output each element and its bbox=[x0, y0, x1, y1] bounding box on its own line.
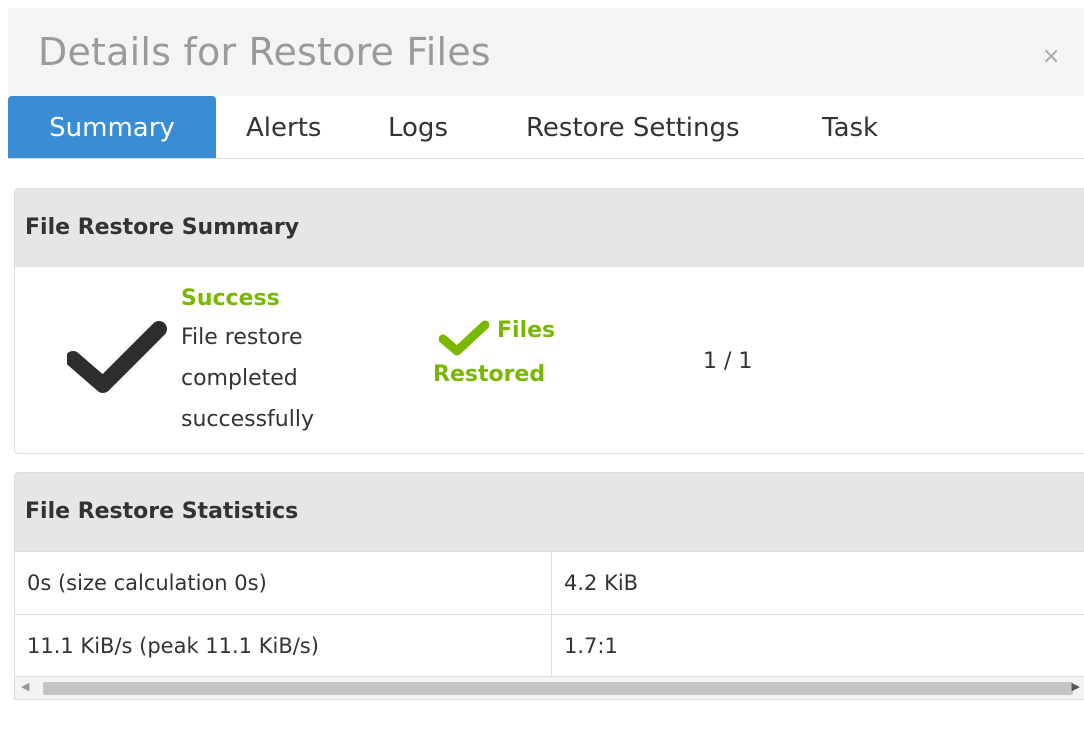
dialog-title: Details for Restore Files bbox=[38, 30, 491, 74]
tab-summary[interactable]: Summary bbox=[8, 96, 216, 158]
status-line: completed bbox=[181, 366, 298, 391]
scroll-right-arrow-icon[interactable]: ▶ bbox=[1072, 680, 1080, 693]
statistics-table: 0s (size calculation 0s) 4.2 KiB 11.1 Ki… bbox=[15, 551, 1084, 677]
files-label: Restored bbox=[433, 362, 546, 387]
statistics-heading: File Restore Statistics bbox=[15, 473, 1084, 551]
statistics-panel: File Restore Statistics 0s (size calcula… bbox=[14, 472, 1084, 678]
status-line: File restore bbox=[181, 325, 303, 350]
status-title: Success bbox=[181, 286, 280, 311]
tab-logs[interactable]: Logs bbox=[388, 96, 448, 158]
scroll-left-arrow-icon[interactable]: ◀ bbox=[21, 680, 29, 693]
files-count: 1 / 1 bbox=[703, 349, 753, 374]
table-cell: 4.2 KiB bbox=[551, 551, 1084, 615]
table-cell: 1.7:1 bbox=[551, 614, 1084, 677]
table-row: 11.1 KiB/s (peak 11.1 KiB/s) 1.7:1 bbox=[15, 614, 1084, 677]
scrollbar-thumb[interactable] bbox=[43, 682, 1073, 695]
files-restored-block: Files Restored bbox=[433, 309, 583, 397]
checkmark-icon bbox=[67, 321, 167, 393]
tab-restore-settings[interactable]: Restore Settings bbox=[526, 96, 740, 158]
tab-task[interactable]: Task bbox=[822, 96, 878, 158]
table-cell: 11.1 KiB/s (peak 11.1 KiB/s) bbox=[15, 614, 552, 677]
table-cell: 0s (size calculation 0s) bbox=[15, 551, 552, 615]
status-line: successfully bbox=[181, 407, 314, 432]
close-icon[interactable]: × bbox=[1042, 44, 1060, 69]
horizontal-scrollbar[interactable]: ◀ ▶ bbox=[14, 676, 1084, 700]
tab-alerts[interactable]: Alerts bbox=[246, 96, 321, 158]
summary-panel: File Restore Summary Success File restor… bbox=[14, 188, 1084, 454]
table-row: 0s (size calculation 0s) 4.2 KiB bbox=[15, 551, 1084, 615]
status-block: Success File restore completed successfu… bbox=[181, 281, 381, 440]
tab-bar: Summary Alerts Logs Restore Settings Tas… bbox=[8, 96, 1084, 159]
dialog-header: Details for Restore Files × bbox=[8, 8, 1084, 96]
checkmark-icon bbox=[439, 320, 489, 356]
summary-heading: File Restore Summary bbox=[15, 189, 1084, 267]
